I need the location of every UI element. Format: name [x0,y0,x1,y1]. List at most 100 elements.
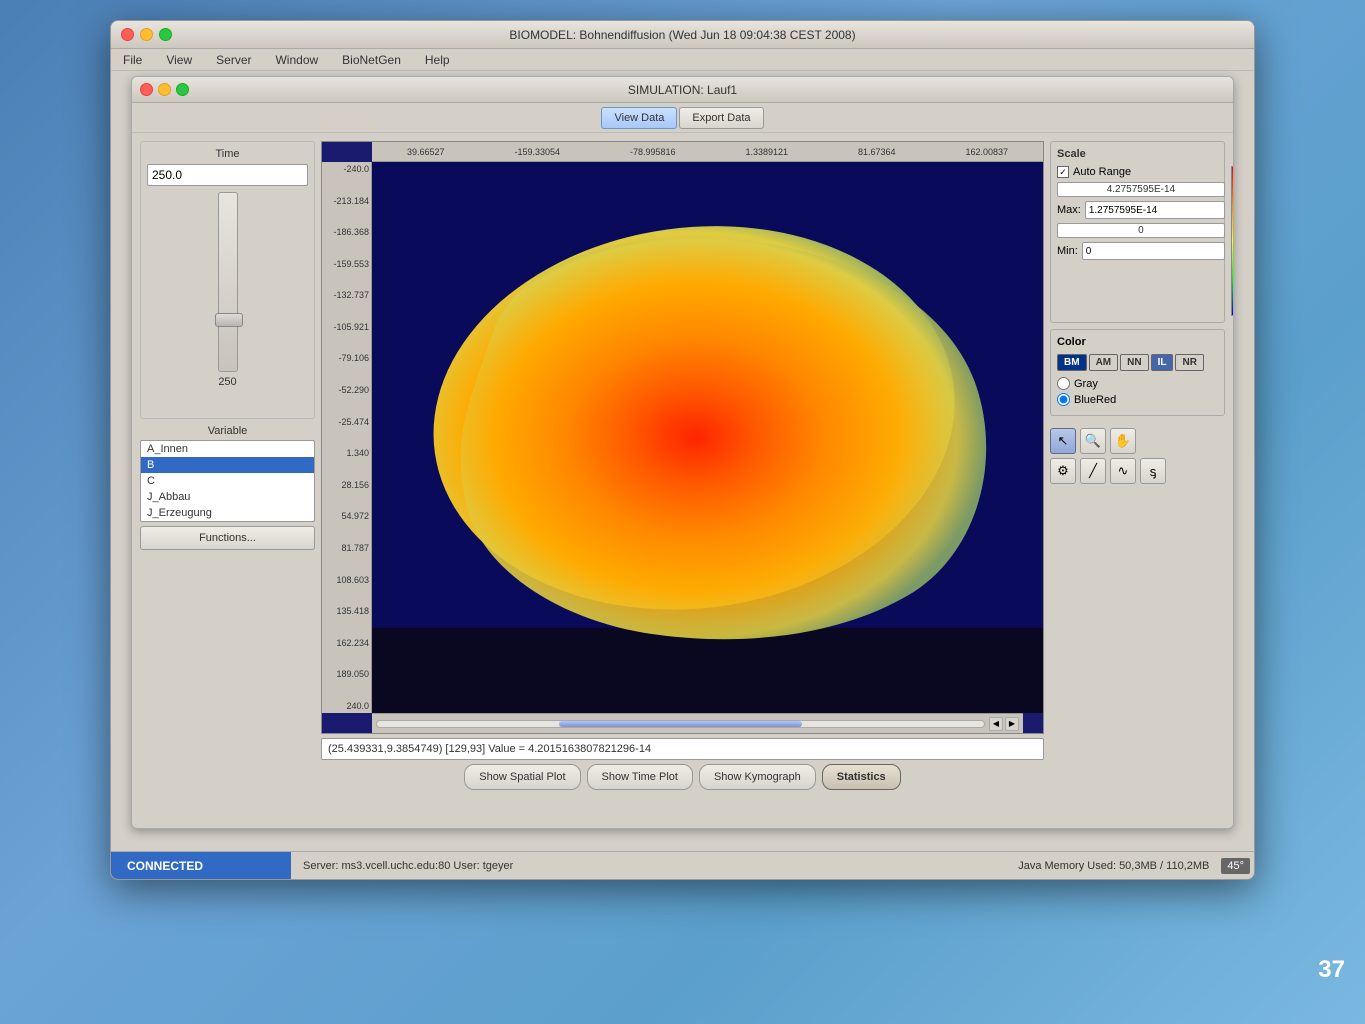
axis-top-label-3: 1.3389121 [745,147,788,157]
curve-tool-icon[interactable]: ∿ [1110,458,1136,484]
statistics-button[interactable]: Statistics [822,764,901,790]
plot-status-bar: (25.439331,9.3854749) [129,93] Value = 4… [321,738,1044,760]
auto-range-checkbox[interactable]: ✓ [1057,166,1069,178]
menu-server[interactable]: Server [212,53,255,67]
status-num-badge: 45° [1221,858,1250,874]
maximize-button[interactable] [159,28,172,41]
plot-scrollbar: ◀ ▶ [372,713,1023,733]
menu-view[interactable]: View [162,53,196,67]
scale-value-top: 4.2757595E-14 [1057,182,1225,197]
scale-min-row: Min: [1057,242,1225,260]
axis-left-label-7: -52.290 [324,385,369,395]
plot-svg [372,162,1043,713]
axis-top-label-2: -78.995816 [630,147,676,157]
axis-left-label-2: -186.368 [324,227,369,237]
view-data-button[interactable]: View Data [601,107,677,129]
time-section: Time 0 250 [140,141,315,419]
pan-tool-icon[interactable]: ✋ [1110,428,1136,454]
outer-window-title: BIOMODEL: Bohnendiffusion (Wed Jun 18 09… [509,28,855,42]
var-item-b[interactable]: B [141,457,314,473]
inner-window-title: SIMULATION: Lauf1 [628,83,737,97]
color-btn-bm[interactable]: BM [1057,354,1087,371]
var-item-j-abbau[interactable]: J_Abbau [141,489,314,505]
functions-button[interactable]: Functions... [140,526,315,550]
inner-close-button[interactable] [140,83,153,96]
var-item-c[interactable]: C [141,473,314,489]
line-tool-icon[interactable]: ╱ [1080,458,1106,484]
scale-with-gradient: ✓ Auto Range 4.2757595E-14 Max: 0 Min: [1057,166,1218,316]
color-btn-nr[interactable]: NR [1175,354,1203,371]
max-label: Max: [1057,204,1081,216]
axis-left-label-13: 108.603 [324,575,369,585]
tool-row-2: ⚙ ╱ ∿ ᶊ [1050,458,1225,484]
color-section: Color BM AM NN IL NR Gray BlueRed [1050,329,1225,416]
color-btn-il[interactable]: IL [1151,354,1174,371]
bluered-radio[interactable] [1057,393,1070,406]
scale-section: Scale ✓ Auto Range 4.2757595E-14 Max: [1050,141,1225,323]
auto-range-row: ✓ Auto Range [1057,166,1225,178]
show-spatial-plot-button[interactable]: Show Spatial Plot [464,764,580,790]
time-input[interactable] [147,164,308,186]
close-button[interactable] [121,28,134,41]
axis-left-label-11: 54.972 [324,511,369,521]
gray-label: Gray [1074,378,1098,390]
select-tool-icon[interactable]: ↖ [1050,428,1076,454]
inner-maximize-button[interactable] [176,83,189,96]
inner-traffic-lights [140,83,189,96]
color-btn-nn[interactable]: NN [1120,354,1148,371]
statusbar: CONNECTED Server: ms3.vcell.uchc.edu:80 … [111,851,1254,879]
menu-window[interactable]: Window [271,53,322,67]
main-content: Time 0 250 Variable A_Innen B [132,133,1233,798]
variable-list: A_Innen B C J_Abbau J_Erzeugung [140,440,315,522]
status-server: Server: ms3.vcell.uchc.edu:80 User: tgey… [291,860,1006,872]
axis-left-label-8: -25.474 [324,417,369,427]
axis-left-label-14: 135.418 [324,606,369,616]
settings-tool-icon[interactable]: ⚙ [1050,458,1076,484]
color-gradient-bar [1231,166,1234,316]
color-btn-am[interactable]: AM [1089,354,1119,371]
right-panel: Scale ✓ Auto Range 4.2757595E-14 Max: [1050,141,1225,790]
outer-window: BIOMODEL: Bohnendiffusion (Wed Jun 18 09… [110,20,1255,880]
auto-range-label: Auto Range [1073,166,1131,178]
scrollbar-track[interactable] [376,720,985,728]
show-time-plot-button[interactable]: Show Time Plot [587,764,693,790]
plot-canvas[interactable] [372,162,1043,713]
slider-track[interactable] [218,192,238,372]
axis-top-label-4: 81.67364 [858,147,896,157]
axis-left-label-15: 162.234 [324,638,369,648]
min-input[interactable] [1082,242,1225,260]
axis-top-label-1: -159.33054 [514,147,560,157]
left-panel: Time 0 250 Variable A_Innen B [140,141,315,790]
menu-help[interactable]: Help [421,53,454,67]
axis-left-label-12: 81.787 [324,543,369,553]
var-item-j-erzeugung[interactable]: J_Erzeugung [141,505,314,521]
plot-area: 39.66527 -159.33054 -78.995816 1.3389121… [321,141,1044,734]
menubar: File View Server Window BioNetGen Help [111,49,1254,71]
bottom-buttons: Show Spatial Plot Show Time Plot Show Ky… [321,764,1044,790]
export-data-button[interactable]: Export Data [679,107,763,129]
slider-min-label: 250 [218,376,236,388]
menu-bionetgen[interactable]: BioNetGen [338,53,405,67]
show-kymograph-button[interactable]: Show Kymograph [699,764,816,790]
time-label: Time [147,148,308,160]
zoom-tool-icon[interactable]: 🔍 [1080,428,1106,454]
scale-header: Scale [1057,148,1218,160]
extra-tool-icon[interactable]: ᶊ [1140,458,1166,484]
var-item-a-innen[interactable]: A_Innen [141,441,314,457]
menu-file[interactable]: File [119,53,146,67]
scroll-left-button[interactable]: ◀ [989,717,1003,731]
scroll-right-button[interactable]: ▶ [1005,717,1019,731]
variable-label: Variable [140,425,315,437]
inner-minimize-button[interactable] [158,83,171,96]
plot-status-text: (25.439331,9.3854749) [129,93] Value = 4… [328,743,651,755]
axis-top-label-0: 39.66527 [407,147,445,157]
slider-thumb[interactable] [215,313,243,327]
scrollbar-thumb[interactable] [559,721,802,727]
scale-max-row: Max: [1057,201,1225,219]
max-input[interactable] [1085,201,1225,219]
scale-mid-value: 0 [1057,223,1225,238]
minimize-button[interactable] [140,28,153,41]
gray-radio[interactable] [1057,377,1070,390]
color-header: Color [1057,336,1218,348]
bluered-radio-row: BlueRed [1057,393,1218,406]
